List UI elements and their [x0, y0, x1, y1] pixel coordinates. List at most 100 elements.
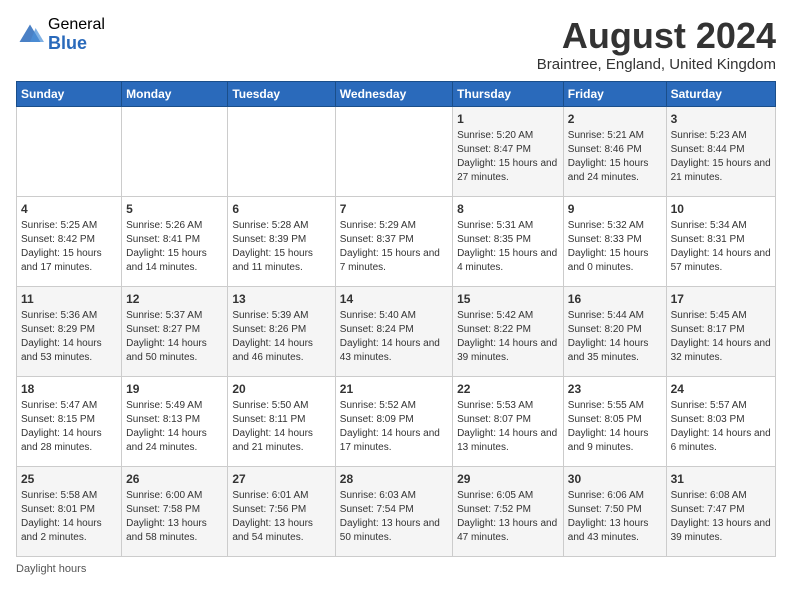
calendar-cell	[17, 106, 122, 196]
calendar-cell: 2Sunrise: 5:21 AMSunset: 8:46 PMDaylight…	[563, 106, 666, 196]
calendar-cell: 13Sunrise: 5:39 AMSunset: 8:26 PMDayligh…	[228, 286, 335, 376]
calendar-table: SundayMondayTuesdayWednesdayThursdayFrid…	[16, 81, 776, 557]
calendar-cell: 22Sunrise: 5:53 AMSunset: 8:07 PMDayligh…	[453, 376, 564, 466]
day-info: Sunrise: 5:20 AMSunset: 8:47 PMDaylight:…	[457, 129, 559, 185]
calendar-cell: 1Sunrise: 5:20 AMSunset: 8:47 PMDaylight…	[453, 106, 564, 196]
header-day-wednesday: Wednesday	[335, 81, 452, 106]
day-info: Sunrise: 5:29 AMSunset: 8:37 PMDaylight:…	[340, 219, 448, 275]
footer: Daylight hours	[16, 563, 776, 575]
day-info: Sunrise: 5:52 AMSunset: 8:09 PMDaylight:…	[340, 399, 448, 455]
calendar-cell: 15Sunrise: 5:42 AMSunset: 8:22 PMDayligh…	[453, 286, 564, 376]
day-number: 25	[21, 471, 117, 488]
day-info: Sunrise: 5:40 AMSunset: 8:24 PMDaylight:…	[340, 309, 448, 365]
calendar-cell: 3Sunrise: 5:23 AMSunset: 8:44 PMDaylight…	[666, 106, 775, 196]
day-number: 1	[457, 111, 559, 128]
day-number: 28	[340, 471, 448, 488]
day-info: Sunrise: 5:58 AMSunset: 8:01 PMDaylight:…	[21, 489, 117, 545]
day-info: Sunrise: 5:45 AMSunset: 8:17 PMDaylight:…	[671, 309, 771, 365]
calendar-cell: 14Sunrise: 5:40 AMSunset: 8:24 PMDayligh…	[335, 286, 452, 376]
day-info: Sunrise: 5:49 AMSunset: 8:13 PMDaylight:…	[126, 399, 223, 455]
day-info: Sunrise: 6:05 AMSunset: 7:52 PMDaylight:…	[457, 489, 559, 545]
day-number: 4	[21, 201, 117, 218]
calendar-week-5: 25Sunrise: 5:58 AMSunset: 8:01 PMDayligh…	[17, 466, 776, 556]
calendar-cell: 4Sunrise: 5:25 AMSunset: 8:42 PMDaylight…	[17, 196, 122, 286]
calendar-cell: 23Sunrise: 5:55 AMSunset: 8:05 PMDayligh…	[563, 376, 666, 466]
calendar-cell: 26Sunrise: 6:00 AMSunset: 7:58 PMDayligh…	[122, 466, 228, 556]
day-number: 12	[126, 291, 223, 308]
calendar-cell: 28Sunrise: 6:03 AMSunset: 7:54 PMDayligh…	[335, 466, 452, 556]
day-number: 3	[671, 111, 771, 128]
day-number: 16	[568, 291, 662, 308]
logo-text: General Blue	[48, 16, 105, 53]
calendar-cell: 30Sunrise: 6:06 AMSunset: 7:50 PMDayligh…	[563, 466, 666, 556]
calendar-week-1: 1Sunrise: 5:20 AMSunset: 8:47 PMDaylight…	[17, 106, 776, 196]
day-number: 17	[671, 291, 771, 308]
day-number: 13	[232, 291, 330, 308]
day-number: 8	[457, 201, 559, 218]
day-number: 22	[457, 381, 559, 398]
day-info: Sunrise: 5:31 AMSunset: 8:35 PMDaylight:…	[457, 219, 559, 275]
header-day-friday: Friday	[563, 81, 666, 106]
logo-icon	[16, 21, 44, 49]
calendar-cell	[122, 106, 228, 196]
day-number: 6	[232, 201, 330, 218]
header-day-saturday: Saturday	[666, 81, 775, 106]
calendar-cell: 10Sunrise: 5:34 AMSunset: 8:31 PMDayligh…	[666, 196, 775, 286]
calendar-cell: 5Sunrise: 5:26 AMSunset: 8:41 PMDaylight…	[122, 196, 228, 286]
day-info: Sunrise: 5:36 AMSunset: 8:29 PMDaylight:…	[21, 309, 117, 365]
header-day-monday: Monday	[122, 81, 228, 106]
month-year: August 2024	[537, 16, 776, 56]
day-info: Sunrise: 5:50 AMSunset: 8:11 PMDaylight:…	[232, 399, 330, 455]
day-number: 21	[340, 381, 448, 398]
day-number: 31	[671, 471, 771, 488]
day-number: 7	[340, 201, 448, 218]
day-info: Sunrise: 6:01 AMSunset: 7:56 PMDaylight:…	[232, 489, 330, 545]
day-number: 9	[568, 201, 662, 218]
day-info: Sunrise: 6:06 AMSunset: 7:50 PMDaylight:…	[568, 489, 662, 545]
calendar-cell: 20Sunrise: 5:50 AMSunset: 8:11 PMDayligh…	[228, 376, 335, 466]
header-day-thursday: Thursday	[453, 81, 564, 106]
day-info: Sunrise: 5:47 AMSunset: 8:15 PMDaylight:…	[21, 399, 117, 455]
calendar-cell: 9Sunrise: 5:32 AMSunset: 8:33 PMDaylight…	[563, 196, 666, 286]
calendar-cell: 11Sunrise: 5:36 AMSunset: 8:29 PMDayligh…	[17, 286, 122, 376]
page-header: General Blue August 2024 Braintree, Engl…	[16, 16, 776, 73]
calendar-week-4: 18Sunrise: 5:47 AMSunset: 8:15 PMDayligh…	[17, 376, 776, 466]
day-info: Sunrise: 5:23 AMSunset: 8:44 PMDaylight:…	[671, 129, 771, 185]
day-info: Sunrise: 5:53 AMSunset: 8:07 PMDaylight:…	[457, 399, 559, 455]
day-number: 18	[21, 381, 117, 398]
day-number: 2	[568, 111, 662, 128]
calendar-cell: 24Sunrise: 5:57 AMSunset: 8:03 PMDayligh…	[666, 376, 775, 466]
day-number: 27	[232, 471, 330, 488]
day-info: Sunrise: 6:08 AMSunset: 7:47 PMDaylight:…	[671, 489, 771, 545]
calendar-cell: 6Sunrise: 5:28 AMSunset: 8:39 PMDaylight…	[228, 196, 335, 286]
location: Braintree, England, United Kingdom	[537, 56, 776, 73]
calendar-cell: 7Sunrise: 5:29 AMSunset: 8:37 PMDaylight…	[335, 196, 452, 286]
day-number: 29	[457, 471, 559, 488]
calendar-cell: 16Sunrise: 5:44 AMSunset: 8:20 PMDayligh…	[563, 286, 666, 376]
day-info: Sunrise: 5:44 AMSunset: 8:20 PMDaylight:…	[568, 309, 662, 365]
logo: General Blue	[16, 16, 105, 53]
calendar-cell	[335, 106, 452, 196]
calendar-cell: 27Sunrise: 6:01 AMSunset: 7:56 PMDayligh…	[228, 466, 335, 556]
footer-text: Daylight hours	[16, 563, 86, 575]
logo-blue: Blue	[48, 34, 105, 54]
day-info: Sunrise: 5:25 AMSunset: 8:42 PMDaylight:…	[21, 219, 117, 275]
day-info: Sunrise: 5:39 AMSunset: 8:26 PMDaylight:…	[232, 309, 330, 365]
calendar-cell: 18Sunrise: 5:47 AMSunset: 8:15 PMDayligh…	[17, 376, 122, 466]
calendar-cell: 12Sunrise: 5:37 AMSunset: 8:27 PMDayligh…	[122, 286, 228, 376]
day-number: 14	[340, 291, 448, 308]
calendar-cell: 31Sunrise: 6:08 AMSunset: 7:47 PMDayligh…	[666, 466, 775, 556]
day-info: Sunrise: 6:00 AMSunset: 7:58 PMDaylight:…	[126, 489, 223, 545]
day-number: 20	[232, 381, 330, 398]
day-info: Sunrise: 5:26 AMSunset: 8:41 PMDaylight:…	[126, 219, 223, 275]
day-number: 11	[21, 291, 117, 308]
day-number: 24	[671, 381, 771, 398]
day-info: Sunrise: 5:55 AMSunset: 8:05 PMDaylight:…	[568, 399, 662, 455]
day-number: 19	[126, 381, 223, 398]
day-number: 26	[126, 471, 223, 488]
calendar-week-3: 11Sunrise: 5:36 AMSunset: 8:29 PMDayligh…	[17, 286, 776, 376]
calendar-cell: 8Sunrise: 5:31 AMSunset: 8:35 PMDaylight…	[453, 196, 564, 286]
calendar-header-row: SundayMondayTuesdayWednesdayThursdayFrid…	[17, 81, 776, 106]
day-info: Sunrise: 5:21 AMSunset: 8:46 PMDaylight:…	[568, 129, 662, 185]
day-number: 10	[671, 201, 771, 218]
